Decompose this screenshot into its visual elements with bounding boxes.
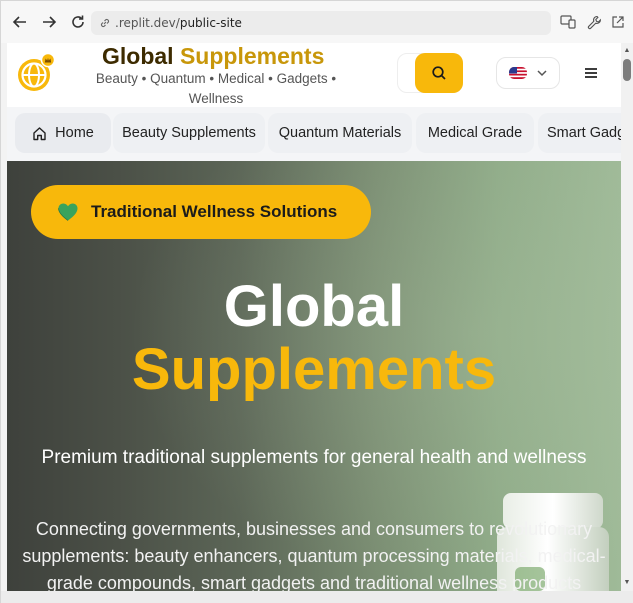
brand-subtitle: Beauty • Quantum • Medical • Gadgets • W… — [95, 71, 337, 106]
brand-title-part1: Global — [102, 43, 174, 69]
vertical-scrollbar[interactable]: ▲ ▼ — [621, 43, 633, 591]
nav-item-label: Smart Gadg — [547, 125, 621, 141]
search-button[interactable] — [415, 53, 463, 93]
nav-item-medical-grade[interactable]: Medical Grade — [416, 113, 534, 153]
back-icon[interactable] — [9, 11, 31, 33]
hero-section: Traditional Wellness Solutions Global Su… — [7, 161, 621, 591]
hero-title-line2: Supplements — [131, 337, 497, 402]
address-bar[interactable]: .replit.dev/public-site — [91, 11, 551, 35]
device-view-icon[interactable] — [557, 11, 579, 33]
brand-title[interactable]: Global Supplements — [102, 43, 332, 70]
nav-item-label: Beauty Supplements — [122, 125, 256, 141]
hero-description: Connecting governments, businesses and c… — [22, 519, 606, 591]
site-header: Global Supplements Beauty • Quantum • Me… — [7, 43, 621, 107]
nav-item-label: Home — [55, 125, 94, 141]
hero-badge-label: Traditional Wellness Solutions — [91, 202, 338, 221]
nav-item-beauty-supplements[interactable]: Beauty Supplements — [113, 113, 265, 153]
page-viewport: Global Supplements Beauty • Quantum • Me… — [7, 43, 621, 591]
hero-title-line1: Global — [223, 274, 405, 339]
hamburger-menu-button[interactable] — [579, 61, 603, 85]
reload-icon[interactable] — [67, 11, 89, 33]
globe-logo-icon[interactable] — [15, 52, 57, 94]
category-nav: Home Beauty Supplements Quantum Material… — [7, 107, 621, 161]
search-icon — [431, 65, 447, 81]
browser-toolbar: .replit.dev/public-site — [1, 1, 633, 43]
hero-badge[interactable]: Traditional Wellness Solutions — [31, 185, 371, 239]
url-domain: .replit.dev/ — [115, 16, 180, 30]
brand-title-part2: Supplements — [179, 43, 325, 69]
menu-icon — [584, 67, 598, 79]
scroll-down-arrow-icon[interactable]: ▼ — [623, 579, 631, 587]
hero-tagline: Premium traditional supplements for gene… — [41, 447, 587, 468]
site-info-icon[interactable] — [99, 17, 111, 29]
nav-item-smart-gadgets[interactable]: Smart Gadg — [538, 113, 621, 153]
scrollbar-thumb[interactable] — [623, 59, 631, 81]
home-icon — [32, 126, 47, 141]
nav-item-label: Medical Grade — [427, 125, 523, 141]
us-flag-icon — [509, 67, 527, 79]
language-selector[interactable] — [496, 57, 560, 89]
chevron-down-icon — [537, 69, 547, 77]
scroll-up-arrow-icon[interactable]: ▲ — [623, 47, 631, 55]
nav-item-home[interactable]: Home — [15, 113, 111, 153]
url-path: public-site — [179, 16, 242, 30]
open-new-tab-icon[interactable] — [607, 11, 629, 33]
green-heart-icon — [57, 202, 79, 222]
window-bottom-edge — [1, 591, 633, 603]
nav-item-quantum-materials[interactable]: Quantum Materials — [268, 113, 412, 153]
browser-window: .replit.dev/public-site Global Supplemen… — [0, 0, 633, 603]
forward-icon[interactable] — [38, 11, 60, 33]
wrench-icon[interactable] — [583, 11, 605, 33]
nav-item-label: Quantum Materials — [278, 125, 402, 141]
